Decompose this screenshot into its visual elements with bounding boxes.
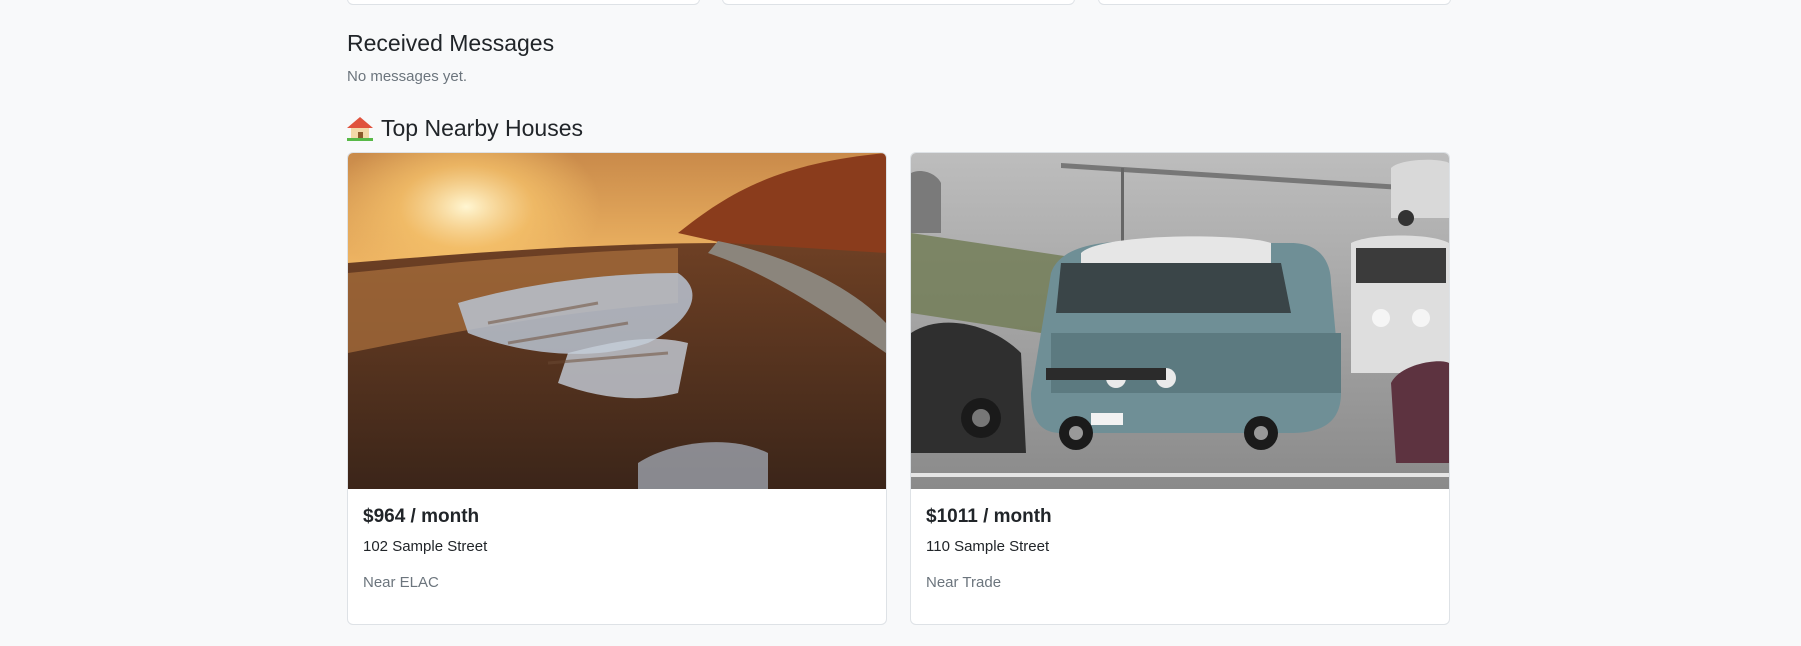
house-address: 110 Sample Street bbox=[926, 537, 1050, 555]
stat-card bbox=[1098, 0, 1451, 5]
main-container: Received Messages No messages yet. Top N… bbox=[347, 0, 1451, 625]
house-image[interactable] bbox=[348, 153, 886, 489]
house-price: $964 / month bbox=[363, 506, 480, 527]
stat-card bbox=[722, 0, 1075, 5]
stat-cards-row bbox=[347, 0, 1451, 5]
house-card-body: $964 / month 102 Sample Street Near ELAC bbox=[348, 489, 886, 607]
top-nearby-houses-label: Top Nearby Houses bbox=[381, 115, 583, 141]
house-card-body: $1011 / month 110 Sample Street Near Tra… bbox=[911, 489, 1449, 607]
house-card[interactable]: $1011 / month 110 Sample Street Near Tra… bbox=[910, 152, 1450, 625]
house-image[interactable] bbox=[911, 153, 1449, 489]
house-price: $1011 / month bbox=[926, 506, 1052, 527]
top-nearby-houses-title: Top Nearby Houses bbox=[347, 115, 583, 143]
house-near: Near Trade bbox=[926, 573, 1002, 591]
no-messages-text: No messages yet. bbox=[347, 68, 468, 85]
stat-card bbox=[347, 0, 700, 5]
house-near: Near ELAC bbox=[363, 573, 439, 591]
received-messages-title: Received Messages bbox=[347, 30, 555, 56]
house-card[interactable]: $964 / month 102 Sample Street Near ELAC bbox=[347, 152, 887, 625]
house-icon bbox=[347, 116, 373, 141]
house-address: 102 Sample Street bbox=[363, 537, 488, 555]
